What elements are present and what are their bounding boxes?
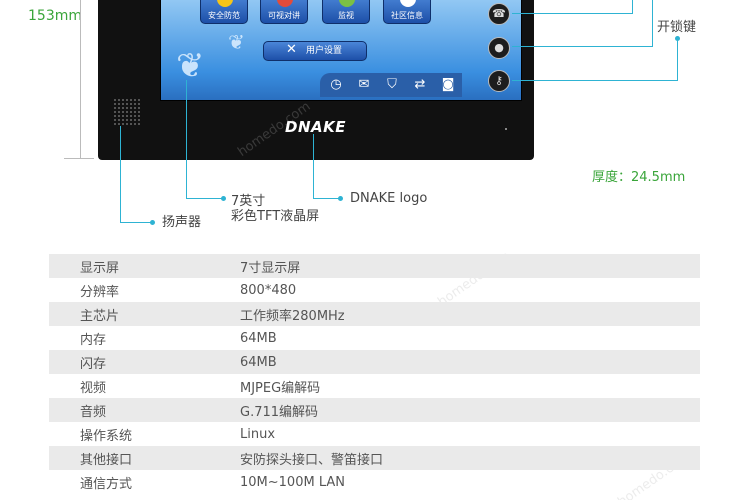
spec-value: 800*480 bbox=[240, 282, 297, 298]
spec-row: 操作系统 Linux bbox=[49, 422, 700, 446]
spec-value: 工作频率280MHz bbox=[240, 308, 345, 324]
callout-dot bbox=[338, 196, 343, 201]
spec-key: 其他接口 bbox=[80, 452, 133, 468]
tools-icon: ✕ bbox=[286, 42, 297, 57]
spec-key: 通信方式 bbox=[80, 476, 133, 492]
spec-value: Linux bbox=[240, 426, 276, 442]
callout-line bbox=[313, 198, 340, 199]
spec-key: 分辨率 bbox=[80, 284, 120, 300]
handset-icon: ☎ bbox=[492, 7, 506, 20]
refresh-icon[interactable]: ⇄ bbox=[410, 76, 430, 94]
callout-line bbox=[313, 134, 314, 199]
callout-line bbox=[512, 80, 678, 81]
spec-value: G.711编解码 bbox=[240, 404, 319, 420]
unlock-button[interactable]: ⚷ bbox=[488, 70, 510, 92]
spec-key: 内存 bbox=[80, 332, 107, 348]
spec-key: 操作系统 bbox=[80, 428, 133, 444]
callout-line bbox=[186, 80, 187, 199]
app-button-monitor[interactable]: 监视 bbox=[322, 0, 370, 24]
spec-key: 闪存 bbox=[80, 356, 107, 372]
callout-dot bbox=[221, 196, 226, 201]
callout-dot bbox=[675, 36, 680, 41]
spec-row: 主芯片 工作频率280MHz bbox=[49, 302, 700, 326]
callout-line bbox=[512, 13, 632, 14]
user-settings-button[interactable]: 用户设置 bbox=[263, 41, 367, 61]
spec-row: 音频 G.711编解码 bbox=[49, 398, 700, 422]
logo-label: DNAKE logo bbox=[350, 191, 428, 206]
spec-key: 显示屏 bbox=[80, 260, 120, 276]
spec-key: 主芯片 bbox=[80, 308, 120, 324]
app-button-community-info[interactable]: 社区信息 bbox=[383, 0, 431, 24]
speaker-label: 扬声器 bbox=[162, 215, 202, 230]
spec-value: 64MB bbox=[240, 330, 277, 346]
shield-icon[interactable]: ⛉ bbox=[382, 76, 402, 94]
app-label-community-info: 社区信息 bbox=[391, 11, 423, 20]
butterfly-icon: ❦ bbox=[176, 46, 205, 86]
callout-line bbox=[677, 38, 678, 81]
monitor-icon bbox=[339, 0, 355, 7]
spec-row: 闪存 64MB bbox=[49, 350, 700, 374]
spec-table: 显示屏 7寸显示屏 分辨率 800*480 主芯片 工作频率280MHz 内存 64MB… bbox=[49, 254, 700, 494]
info-icon bbox=[400, 0, 416, 7]
user-button[interactable]: ● bbox=[488, 37, 510, 59]
mail-icon[interactable]: ✉ bbox=[354, 76, 374, 94]
callout-line bbox=[120, 126, 121, 223]
spec-key: 视频 bbox=[80, 380, 107, 396]
handset-button[interactable]: ☎ bbox=[488, 3, 510, 25]
callout-line bbox=[512, 46, 652, 47]
spec-value: 安防探头接口、警笛接口 bbox=[240, 452, 384, 468]
app-label-monitor: 监视 bbox=[338, 11, 354, 20]
intercom-icon bbox=[277, 0, 293, 7]
clock-icon[interactable]: ◷ bbox=[326, 76, 346, 94]
callout-line bbox=[632, 0, 633, 14]
spec-row: 其他接口 安防探头接口、警笛接口 bbox=[49, 446, 700, 470]
spec-row: 视频 MJPEG编解码 bbox=[49, 374, 700, 398]
camera-icon[interactable]: ◙ bbox=[438, 76, 458, 94]
height-dimension-tick bbox=[64, 158, 94, 159]
butterfly-icon: ❦ bbox=[228, 30, 245, 54]
speaker-grille bbox=[113, 98, 141, 126]
callout-dot bbox=[150, 220, 155, 225]
thickness-label: 厚度：24.5mm bbox=[592, 170, 686, 185]
callout-line bbox=[120, 222, 152, 223]
height-dimension-label: 153mm bbox=[28, 8, 82, 24]
spec-key: 音频 bbox=[80, 404, 107, 420]
spec-value: 10M~100M LAN bbox=[240, 474, 345, 490]
app-label-intercom: 可视对讲 bbox=[268, 11, 300, 20]
spec-row: 通信方式 10M~100M LAN bbox=[49, 470, 700, 494]
spec-row: 内存 64MB bbox=[49, 326, 700, 350]
screen-label-line1: 7英寸 bbox=[231, 194, 266, 209]
spec-value: 7寸显示屏 bbox=[240, 260, 301, 276]
spec-row: 分辨率 800*480 bbox=[49, 278, 700, 302]
user-icon: ● bbox=[494, 41, 504, 54]
spec-row: 显示屏 7寸显示屏 bbox=[49, 254, 700, 278]
key-icon: ⚷ bbox=[494, 74, 504, 87]
unlock-key-label: 开锁键 bbox=[657, 20, 697, 35]
callout-line bbox=[186, 198, 224, 199]
spec-value: MJPEG编解码 bbox=[240, 380, 321, 396]
indicator-light bbox=[505, 128, 507, 130]
app-button-intercom[interactable]: 可视对讲 bbox=[260, 0, 308, 24]
app-button-security[interactable]: 安全防范 bbox=[200, 0, 248, 24]
callout-line bbox=[652, 0, 653, 47]
spec-value: 64MB bbox=[240, 354, 277, 370]
height-dimension-line bbox=[80, 0, 81, 158]
screen-label-line2: 彩色TFT液晶屏 bbox=[231, 209, 320, 224]
shield-icon bbox=[217, 0, 233, 7]
app-label-security: 安全防范 bbox=[208, 11, 240, 20]
